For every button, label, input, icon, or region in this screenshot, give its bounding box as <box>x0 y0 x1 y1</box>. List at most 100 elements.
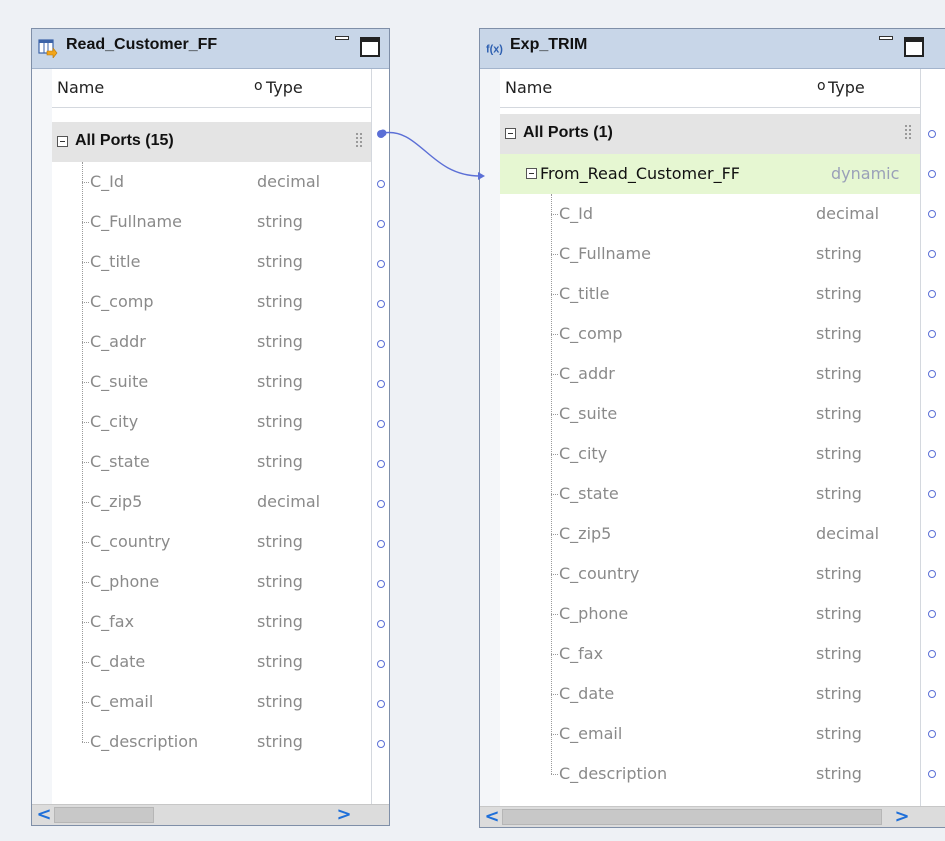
port-connector[interactable] <box>928 690 936 698</box>
port-row[interactable]: C_title string <box>52 242 371 282</box>
port-connector[interactable] <box>377 660 385 668</box>
port-connector[interactable] <box>377 580 385 588</box>
port-connector[interactable] <box>928 290 936 298</box>
port-row[interactable]: C_country string <box>52 522 371 562</box>
port-connector[interactable] <box>377 300 385 308</box>
port-row[interactable]: C_phone string <box>52 562 371 602</box>
port-connector[interactable] <box>928 330 936 338</box>
port-connector[interactable] <box>928 530 936 538</box>
tree-branch <box>551 494 558 495</box>
port-row[interactable]: C_fax string <box>500 634 920 674</box>
title-bar[interactable]: f(x) Exp_TRIM <box>480 29 945 69</box>
port-type: string <box>816 484 862 503</box>
port-row[interactable]: C_email string <box>500 714 920 754</box>
port-row[interactable]: C_addr string <box>500 354 920 394</box>
port-row[interactable]: C_state string <box>500 474 920 514</box>
scroll-left-button[interactable]: < <box>482 807 502 827</box>
port-connector[interactable] <box>377 340 385 348</box>
scroll-right-button[interactable]: > <box>334 805 354 825</box>
port-connector[interactable] <box>928 130 936 138</box>
port-row[interactable]: C_suite string <box>52 362 371 402</box>
maximize-button[interactable] <box>904 37 924 57</box>
port-group-row[interactable]: All Ports (15) <box>52 122 371 162</box>
port-row[interactable]: C_addr string <box>52 322 371 362</box>
port-connector[interactable] <box>377 700 385 708</box>
port-row[interactable]: C_Id decimal <box>52 162 371 202</box>
maximize-button[interactable] <box>360 37 380 57</box>
port-row[interactable]: C_Fullname string <box>500 234 920 274</box>
port-connector[interactable] <box>928 410 936 418</box>
port-row[interactable]: C_Id decimal <box>500 194 920 234</box>
port-name: C_addr <box>559 364 615 383</box>
port-row[interactable]: C_title string <box>500 274 920 314</box>
port-connector[interactable] <box>928 450 936 458</box>
tree-branch <box>551 734 558 735</box>
port-connector[interactable] <box>928 650 936 658</box>
port-connector[interactable] <box>377 740 385 748</box>
collapse-icon[interactable] <box>57 136 68 147</box>
port-connector[interactable] <box>928 570 936 578</box>
port-name: C_fax <box>559 644 604 663</box>
exp-trim-transformation[interactable]: f(x) Exp_TRIM Name o Type All Ports (1) F… <box>479 28 945 828</box>
port-row[interactable]: C_Fullname string <box>52 202 371 242</box>
port-row[interactable]: C_comp string <box>52 282 371 322</box>
port-name: C_city <box>90 412 139 431</box>
port-connector[interactable] <box>928 170 936 178</box>
port-connector[interactable] <box>377 620 385 628</box>
port-row[interactable]: C_phone string <box>500 594 920 634</box>
port-connector[interactable] <box>928 770 936 778</box>
port-row[interactable]: C_fax string <box>52 602 371 642</box>
port-connector[interactable] <box>377 260 385 268</box>
port-connector[interactable] <box>377 540 385 548</box>
port-row[interactable]: C_country string <box>500 554 920 594</box>
port-connector[interactable] <box>377 180 385 188</box>
minimize-button[interactable] <box>335 34 349 44</box>
port-connector[interactable] <box>377 380 385 388</box>
port-row[interactable]: C_city string <box>52 402 371 442</box>
read-customer-ff-transformation[interactable]: Read_Customer_FF Name o Type All Ports (… <box>31 28 390 826</box>
dynamic-port-name: From_Read_Customer_FF <box>540 164 740 183</box>
tree-branch <box>82 702 89 703</box>
port-connector[interactable] <box>928 730 936 738</box>
scroll-thumb[interactable] <box>502 809 882 825</box>
port-connector[interactable] <box>377 130 385 138</box>
port-group-row[interactable]: All Ports (1) <box>500 114 920 154</box>
horizontal-scrollbar[interactable]: < > <box>480 806 945 827</box>
scroll-right-button[interactable]: > <box>892 807 912 827</box>
scroll-left-button[interactable]: < <box>34 805 54 825</box>
port-row[interactable]: C_city string <box>500 434 920 474</box>
port-row[interactable]: C_state string <box>52 442 371 482</box>
port-connector[interactable] <box>928 250 936 258</box>
scroll-thumb[interactable] <box>54 807 154 823</box>
port-row[interactable]: C_date string <box>500 674 920 714</box>
port-connector[interactable] <box>377 220 385 228</box>
port-row[interactable]: C_date string <box>52 642 371 682</box>
port-connector[interactable] <box>928 210 936 218</box>
drag-handle-icon[interactable] <box>905 125 915 141</box>
tree-branch <box>551 534 558 535</box>
port-row[interactable]: C_description string <box>500 754 920 794</box>
port-connector[interactable] <box>928 370 936 378</box>
title-bar[interactable]: Read_Customer_FF <box>32 29 389 69</box>
tree-branch <box>551 694 558 695</box>
port-connector[interactable] <box>928 490 936 498</box>
collapse-icon[interactable] <box>505 128 516 139</box>
port-type: string <box>257 412 303 431</box>
port-row[interactable]: C_zip5 decimal <box>500 514 920 554</box>
port-row[interactable]: C_zip5 decimal <box>52 482 371 522</box>
minimize-button[interactable] <box>879 34 893 44</box>
collapse-icon[interactable] <box>526 168 537 179</box>
dynamic-port-row[interactable]: From_Read_Customer_FF dynamic <box>500 154 920 194</box>
drag-handle-icon[interactable] <box>356 133 366 149</box>
horizontal-scrollbar[interactable]: < > <box>32 804 389 825</box>
port-row[interactable]: C_comp string <box>500 314 920 354</box>
port-name: C_description <box>559 764 668 783</box>
port-row[interactable]: C_suite string <box>500 394 920 434</box>
port-row[interactable]: C_description string <box>52 722 371 762</box>
port-connector[interactable] <box>377 460 385 468</box>
port-row[interactable]: C_email string <box>52 682 371 722</box>
port-connector[interactable] <box>377 420 385 428</box>
port-connector[interactable] <box>377 500 385 508</box>
port-type: string <box>816 604 862 623</box>
port-connector[interactable] <box>928 610 936 618</box>
